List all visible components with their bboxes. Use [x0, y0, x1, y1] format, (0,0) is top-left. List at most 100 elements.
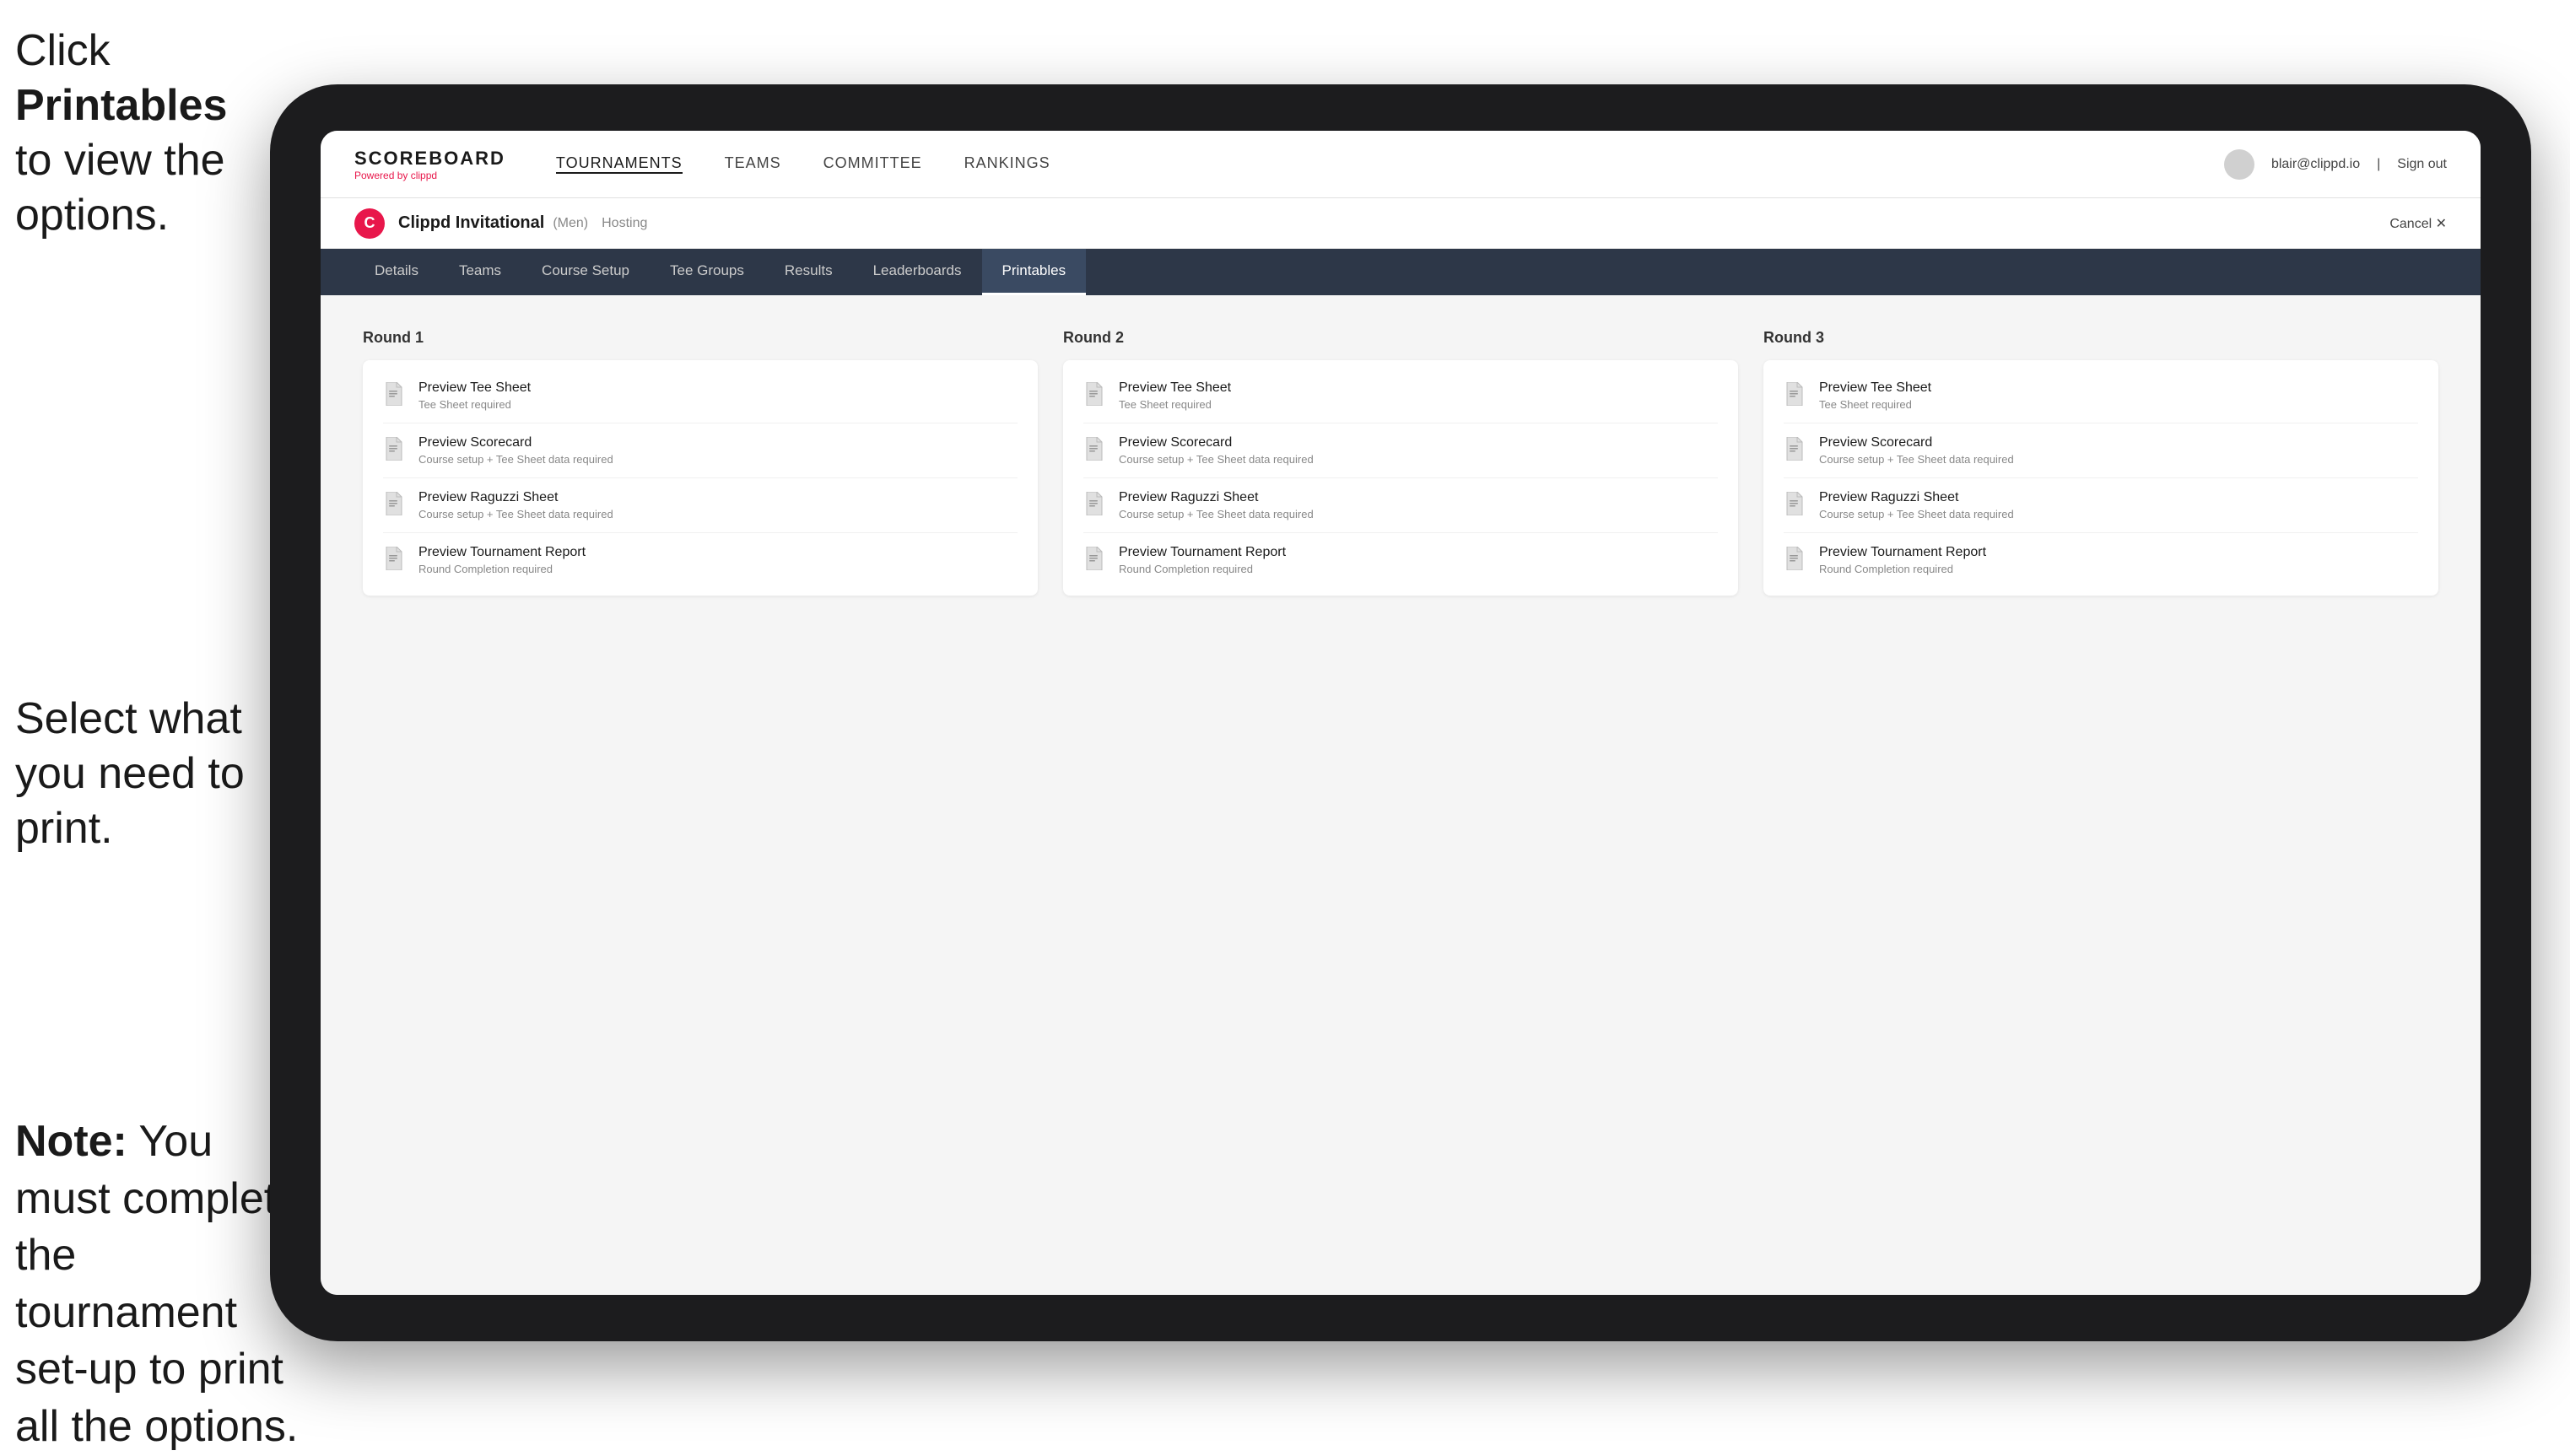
document-icon-r3-2 [1784, 437, 1807, 464]
print-info-r3-3: Preview Raguzzi Sheet Course setup + Tee … [1819, 490, 2014, 520]
print-info-r1-4: Preview Tournament Report Round Completio… [418, 545, 586, 575]
cancel-button[interactable]: Cancel ✕ [2389, 215, 2447, 232]
brand-title: SCOREBOARD [354, 148, 505, 170]
tournament-name: Clippd Invitational [398, 213, 544, 233]
print-desc-r2-2: Course setup + Tee Sheet data required [1119, 453, 1314, 466]
document-icon-r2-2 [1083, 437, 1107, 464]
round-section-2: Round 2 Preview Tee Sheet Tee Sheet requi… [1063, 329, 1738, 596]
print-name-r2-4: Preview Tournament Report [1119, 545, 1286, 560]
document-icon-r2-1 [1083, 382, 1107, 409]
printables-bold: Printables [15, 81, 227, 130]
print-item-r3-1[interactable]: Preview Tee Sheet Tee Sheet required [1784, 380, 2418, 423]
document-icon-r1-3 [383, 492, 407, 519]
rounds-grid: Round 1 Preview Tee Sheet Tee Sheet requi… [363, 329, 2438, 596]
tournament-bar: C Clippd Invitational (Men) Hosting Canc… [321, 198, 2481, 249]
print-desc-r1-1: Tee Sheet required [418, 398, 531, 411]
print-item-r1-1[interactable]: Preview Tee Sheet Tee Sheet required [383, 380, 1018, 423]
print-name-r1-3: Preview Raguzzi Sheet [418, 490, 613, 505]
print-desc-r1-2: Course setup + Tee Sheet data required [418, 453, 613, 466]
document-icon-r1-2 [383, 437, 407, 464]
brand-logo: SCOREBOARD Powered by clippd [354, 148, 505, 181]
print-info-r1-2: Preview Scorecard Course setup + Tee Shee… [418, 435, 613, 466]
print-desc-r2-4: Round Completion required [1119, 563, 1286, 575]
content-area: Round 1 Preview Tee Sheet Tee Sheet requi… [321, 295, 2481, 1295]
tab-details[interactable]: Details [354, 249, 439, 295]
tab-teams[interactable]: Teams [439, 249, 521, 295]
print-desc-r3-1: Tee Sheet required [1819, 398, 1931, 411]
print-item-r3-3[interactable]: Preview Raguzzi Sheet Course setup + Tee … [1784, 478, 2418, 533]
sign-out-separator: | [2377, 157, 2380, 172]
tournament-type: (Men) [553, 216, 588, 231]
print-name-r2-1: Preview Tee Sheet [1119, 380, 1231, 396]
print-info-r2-2: Preview Scorecard Course setup + Tee Shee… [1119, 435, 1314, 466]
instruction-middle: Select what you need to print. [15, 692, 285, 856]
print-info-r3-1: Preview Tee Sheet Tee Sheet required [1819, 380, 1931, 411]
nav-link-tournaments[interactable]: TOURNAMENTS [556, 154, 683, 174]
print-item-r1-2[interactable]: Preview Scorecard Course setup + Tee Shee… [383, 423, 1018, 478]
print-name-r1-1: Preview Tee Sheet [418, 380, 531, 396]
instruction-top: Click Printables to view the options. [15, 24, 268, 243]
document-icon-r3-4 [1784, 547, 1807, 574]
print-item-r2-4[interactable]: Preview Tournament Report Round Completio… [1083, 533, 1718, 575]
print-item-r1-4[interactable]: Preview Tournament Report Round Completio… [383, 533, 1018, 575]
print-name-r1-2: Preview Scorecard [418, 435, 613, 450]
print-name-r2-2: Preview Scorecard [1119, 435, 1314, 450]
round-card-3: Preview Tee Sheet Tee Sheet required Prev… [1763, 360, 2438, 596]
document-icon-r3-3 [1784, 492, 1807, 519]
nav-link-committee[interactable]: COMMITTEE [823, 154, 922, 174]
document-icon-r1-1 [383, 382, 407, 409]
user-avatar [2224, 149, 2254, 180]
print-desc-r3-4: Round Completion required [1819, 563, 1986, 575]
print-name-r3-4: Preview Tournament Report [1819, 545, 1986, 560]
print-name-r3-2: Preview Scorecard [1819, 435, 2014, 450]
round-title-1: Round 1 [363, 329, 1038, 347]
print-info-r1-1: Preview Tee Sheet Tee Sheet required [418, 380, 531, 411]
tablet-screen: SCOREBOARD Powered by clippd TOURNAMENTS… [321, 131, 2481, 1295]
top-nav-right: blair@clippd.io | Sign out [2224, 149, 2447, 180]
print-name-r3-3: Preview Raguzzi Sheet [1819, 490, 2014, 505]
sign-out-link[interactable]: Sign out [2397, 157, 2447, 172]
print-item-r2-1[interactable]: Preview Tee Sheet Tee Sheet required [1083, 380, 1718, 423]
document-icon-r2-4 [1083, 547, 1107, 574]
print-item-r3-4[interactable]: Preview Tournament Report Round Completio… [1784, 533, 2418, 575]
round-title-3: Round 3 [1763, 329, 2438, 347]
print-item-r1-3[interactable]: Preview Raguzzi SheetCourse setup + Tee … [383, 478, 1018, 533]
tab-printables[interactable]: Printables [982, 249, 1087, 295]
print-desc-r2-1: Tee Sheet required [1119, 398, 1231, 411]
print-desc-r3-2: Course setup + Tee Sheet data required [1819, 453, 2014, 466]
tab-leaderboards[interactable]: Leaderboards [853, 249, 982, 295]
tournament-logo: C [354, 208, 385, 239]
print-info-r2-1: Preview Tee Sheet Tee Sheet required [1119, 380, 1231, 411]
tab-tee-groups[interactable]: Tee Groups [650, 249, 764, 295]
sub-nav: Details Teams Course Setup Tee Groups Re… [321, 249, 2481, 295]
print-desc-r1-4: Round Completion required [418, 563, 586, 575]
print-name-r3-1: Preview Tee Sheet [1819, 380, 1931, 396]
print-desc-r2-3: Course setup + Tee Sheet data required [1119, 508, 1314, 520]
print-item-r2-2[interactable]: Preview Scorecard Course setup + Tee Shee… [1083, 423, 1718, 478]
tab-course-setup[interactable]: Course Setup [521, 249, 650, 295]
tab-results[interactable]: Results [764, 249, 853, 295]
top-nav-links: TOURNAMENTS TEAMS COMMITTEE RANKINGS [556, 154, 2224, 174]
print-name-r1-4: Preview Tournament Report [418, 545, 586, 560]
user-email: blair@clippd.io [2271, 157, 2360, 172]
print-info-r3-2: Preview Scorecard Course setup + Tee Shee… [1819, 435, 2014, 466]
print-item-r2-3[interactable]: Preview Raguzzi SheetCourse setup + Tee … [1083, 478, 1718, 533]
document-icon-r2-3 [1083, 492, 1107, 519]
round-card-1: Preview Tee Sheet Tee Sheet required Prev… [363, 360, 1038, 596]
instruction-bottom: Note: You must complete the tournament s… [15, 1114, 302, 1456]
print-info-r2-3: Preview Raguzzi SheetCourse setup + Tee … [1119, 490, 1314, 520]
nav-link-teams[interactable]: TEAMS [725, 154, 781, 174]
print-desc-r3-3: Course setup + Tee Sheet data required [1819, 508, 2014, 520]
document-icon-r1-4 [383, 547, 407, 574]
tablet-frame: SCOREBOARD Powered by clippd TOURNAMENTS… [270, 84, 2531, 1341]
round-section-1: Round 1 Preview Tee Sheet Tee Sheet requi… [363, 329, 1038, 596]
round-title-2: Round 2 [1063, 329, 1738, 347]
brand-subtitle: Powered by clippd [354, 170, 505, 181]
print-item-r3-2[interactable]: Preview Scorecard Course setup + Tee Shee… [1784, 423, 2418, 478]
round-card-2: Preview Tee Sheet Tee Sheet required Prev… [1063, 360, 1738, 596]
document-icon-r3-1 [1784, 382, 1807, 409]
nav-link-rankings[interactable]: RANKINGS [964, 154, 1050, 174]
tournament-status: Hosting [602, 216, 647, 231]
top-nav: SCOREBOARD Powered by clippd TOURNAMENTS… [321, 131, 2481, 198]
print-info-r2-4: Preview Tournament Report Round Completio… [1119, 545, 1286, 575]
